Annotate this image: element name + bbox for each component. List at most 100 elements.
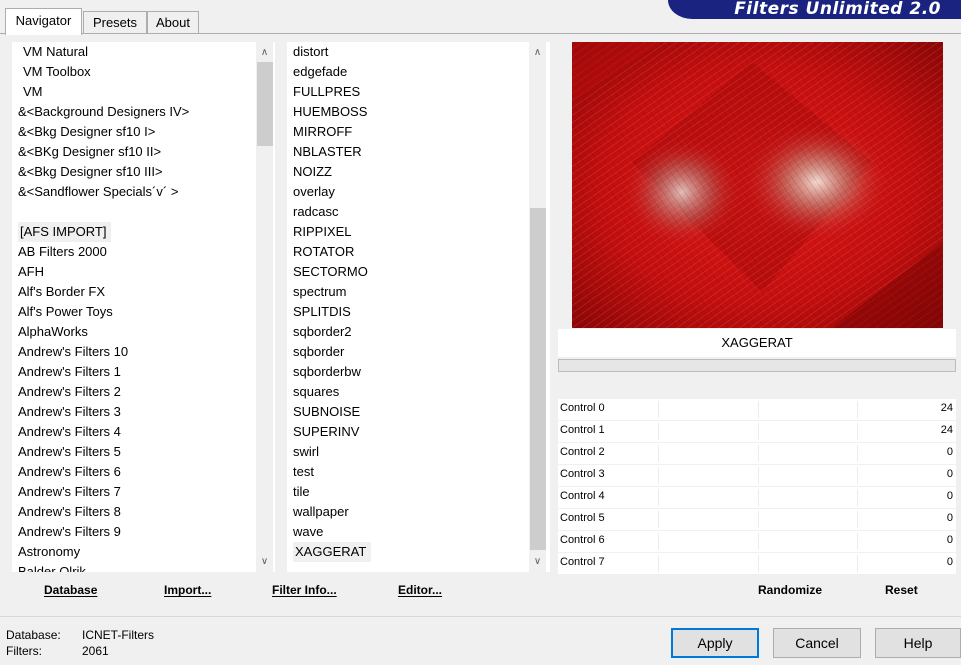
filter-item[interactable]: tile [293, 482, 310, 502]
filter-item[interactable]: NBLASTER [293, 142, 362, 162]
scroll-down-icon[interactable]: ∨ [256, 553, 273, 570]
category-item[interactable]: Andrew's Filters 7 [18, 482, 121, 502]
filter-item[interactable]: SUPERINV [293, 422, 359, 442]
filter-item[interactable]: sqborder [293, 342, 344, 362]
filter-item[interactable]: SECTORMO [293, 262, 368, 282]
control-value: 0 [946, 556, 953, 568]
slider-tick [658, 445, 659, 462]
control-row[interactable]: Control 1 24 [558, 421, 956, 442]
control-row[interactable]: Control 0 24 [558, 399, 956, 420]
editor-button[interactable]: Editor... [398, 583, 442, 597]
control-label: Control 4 [560, 490, 605, 502]
category-item[interactable]: Andrew's Filters 5 [18, 442, 121, 462]
control-value: 0 [946, 512, 953, 524]
filter-item[interactable]: HUEMBOSS [293, 102, 367, 122]
slider-tick [658, 489, 659, 506]
category-item[interactable]: VM [23, 82, 43, 102]
filter-item[interactable]: test [293, 462, 314, 482]
filter-item[interactable]: wave [293, 522, 323, 542]
help-button[interactable]: Help [875, 628, 961, 658]
category-scroll-thumb[interactable] [257, 62, 273, 146]
filter-item[interactable]: overlay [293, 182, 335, 202]
filter-item[interactable]: FULLPRES [293, 82, 360, 102]
category-item[interactable]: AlphaWorks [18, 322, 88, 342]
tab-presets[interactable]: Presets [83, 11, 147, 33]
category-item[interactable]: &<Sandflower Specials´v´ > [18, 182, 178, 202]
database-value: ICNET-Filters [82, 628, 154, 642]
category-item[interactable]: &<Bkg Designer sf10 I> [18, 122, 155, 142]
tab-about[interactable]: About [147, 11, 199, 33]
category-item[interactable]: Andrew's Filters 10 [18, 342, 128, 362]
filter-item[interactable]: distort [293, 42, 328, 62]
category-item[interactable]: AFH [18, 262, 44, 282]
category-item[interactable]: &<Bkg Designer sf10 III> [18, 162, 163, 182]
category-item[interactable]: Alf's Power Toys [18, 302, 113, 322]
control-row[interactable]: Control 5 0 [558, 509, 956, 530]
category-item[interactable]: &<BKg Designer sf10 II> [18, 142, 161, 162]
apply-button[interactable]: Apply [671, 628, 759, 658]
filter-item[interactable]: sqborderbw [293, 362, 361, 382]
category-item[interactable]: VM Natural [23, 42, 88, 62]
slider-tick [758, 489, 759, 506]
category-item[interactable]: &<Background Designers IV> [18, 102, 189, 122]
database-button[interactable]: Database [44, 583, 97, 597]
category-item[interactable]: Andrew's Filters 6 [18, 462, 121, 482]
slider-tick [758, 423, 759, 440]
control-row[interactable]: Control 3 0 [558, 465, 956, 486]
control-value: 24 [940, 402, 953, 414]
category-item[interactable]: Andrew's Filters 9 [18, 522, 121, 542]
category-item[interactable]: Andrew's Filters 3 [18, 402, 121, 422]
filter-list[interactable]: distort edgefade FULLPRES HUEMBOSS MIRROFF NB… [287, 42, 550, 572]
category-list[interactable]: VM Natural VM Toolbox VM &<Background Desig… [12, 42, 275, 572]
control-row[interactable]: Control 4 0 [558, 487, 956, 508]
filter-item[interactable]: ROTATOR [293, 242, 354, 262]
slider-tick [857, 555, 858, 572]
filter-item[interactable]: SUBNOISE [293, 402, 360, 422]
control-value: 0 [946, 446, 953, 458]
slider-tick [758, 511, 759, 528]
category-item[interactable]: AB Filters 2000 [18, 242, 107, 262]
control-label: Control 6 [560, 534, 605, 546]
filter-item[interactable]: swirl [293, 442, 319, 462]
category-item[interactable]: Astronomy [18, 542, 80, 562]
category-item[interactable]: Andrew's Filters 1 [18, 362, 121, 382]
control-row[interactable]: Control 2 0 [558, 443, 956, 464]
category-item[interactable]: Balder Olrik [18, 562, 86, 572]
scroll-down-icon[interactable]: ∨ [529, 553, 546, 570]
scroll-up-icon[interactable]: ∧ [529, 44, 546, 61]
scroll-up-icon[interactable]: ∧ [256, 44, 273, 61]
slider-tick [758, 445, 759, 462]
control-row[interactable]: Control 7 0 [558, 553, 956, 574]
filter-item[interactable]: MIRROFF [293, 122, 352, 142]
control-value: 0 [946, 468, 953, 480]
filter-scrollbar[interactable]: ∧ ∨ [529, 42, 546, 572]
preview-image-art [572, 42, 943, 328]
randomize-button[interactable]: Randomize [758, 583, 822, 597]
category-item[interactable]: VM Toolbox [23, 62, 91, 82]
control-row[interactable]: Control 6 0 [558, 531, 956, 552]
category-scrollbar[interactable]: ∧ ∨ [256, 42, 273, 572]
filter-info-button[interactable]: Filter Info... [272, 583, 337, 597]
filter-item[interactable]: edgefade [293, 62, 347, 82]
category-item[interactable]: Andrew's Filters 8 [18, 502, 121, 522]
filter-item[interactable]: sqborder2 [293, 322, 352, 342]
filter-scroll-thumb[interactable] [530, 208, 546, 550]
filter-item[interactable]: NOIZZ [293, 162, 332, 182]
filter-item[interactable]: XAGGERAT [293, 542, 372, 562]
filter-item[interactable]: wallpaper [293, 502, 349, 522]
slider-tick [658, 533, 659, 550]
filter-item[interactable]: SPLITDIS [293, 302, 351, 322]
filter-item[interactable]: RIPPIXEL [293, 222, 352, 242]
category-item[interactable]: Alf's Border FX [18, 282, 105, 302]
filter-item[interactable]: radcasc [293, 202, 339, 222]
category-item[interactable]: [AFS IMPORT] [18, 222, 112, 242]
category-item[interactable]: Andrew's Filters 2 [18, 382, 121, 402]
slider-tick [857, 511, 858, 528]
import-button[interactable]: Import... [164, 583, 211, 597]
reset-button[interactable]: Reset [885, 583, 918, 597]
tab-navigator[interactable]: Navigator [5, 8, 82, 35]
filter-item[interactable]: squares [293, 382, 339, 402]
category-item[interactable]: Andrew's Filters 4 [18, 422, 121, 442]
filter-item[interactable]: spectrum [293, 282, 346, 302]
cancel-button[interactable]: Cancel [773, 628, 861, 658]
